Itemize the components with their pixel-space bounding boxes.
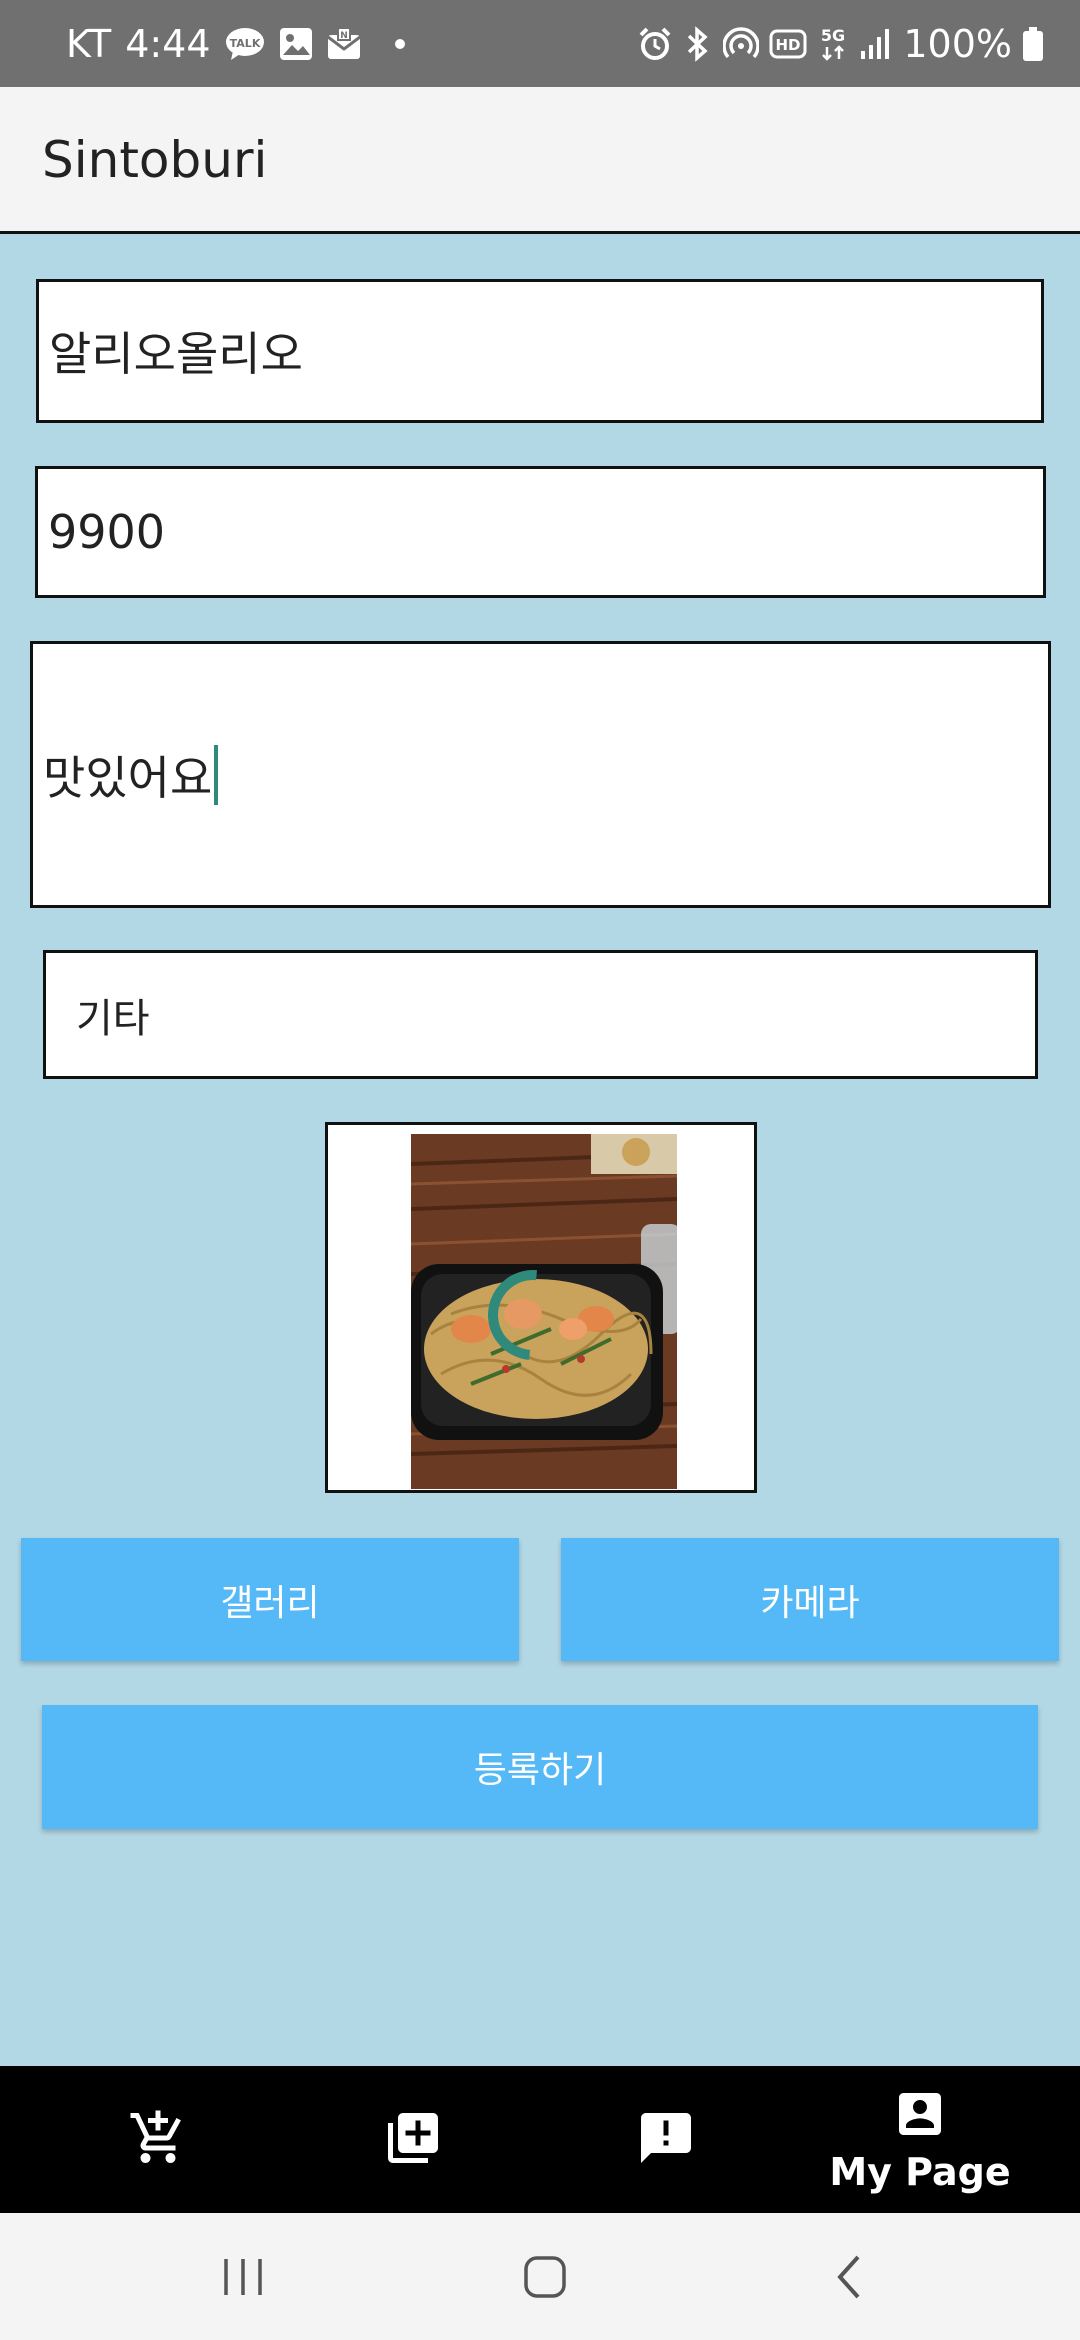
nav-label-mypage: My Page — [829, 2149, 1011, 2194]
system-nav — [0, 2213, 1080, 2340]
camera-button[interactable]: 카메라 — [561, 1538, 1059, 1661]
text-cursor — [214, 744, 219, 805]
description-value: 맛있어요 — [43, 750, 213, 805]
alarm-icon — [637, 26, 673, 62]
price-value: 9900 — [48, 505, 166, 559]
bluetooth-icon — [683, 25, 713, 62]
nav-item-mypage[interactable]: My Page — [785, 2066, 1055, 2213]
signal-icon — [859, 27, 893, 61]
svg-text:N: N — [340, 31, 348, 41]
menu-name-input[interactable]: 알리오올리오 — [36, 279, 1044, 423]
time-label: 4:44 — [125, 21, 211, 66]
camera-button-label: 카메라 — [760, 1582, 860, 1624]
account-box-icon — [892, 2086, 948, 2146]
register-button[interactable]: 등록하기 — [42, 1705, 1038, 1829]
report-icon — [636, 2108, 696, 2172]
carrier-label: KT — [66, 21, 112, 66]
status-bar: KT 4:44 TALK N HD 5G 100% — [0, 0, 1080, 87]
mail-icon: N — [326, 26, 361, 61]
nav-item-report[interactable] — [531, 2066, 801, 2213]
home-button[interactable] — [485, 2213, 605, 2340]
app-bar: Sintoburi — [0, 87, 1080, 234]
svg-text:5G: 5G — [821, 26, 845, 45]
battery-icon — [1022, 26, 1044, 62]
talk-icon: TALK — [225, 27, 265, 61]
description-input[interactable]: 맛있어요 — [30, 641, 1051, 908]
back-button[interactable] — [790, 2213, 910, 2340]
app-title: Sintoburi — [42, 131, 268, 189]
category-select[interactable]: 기타 — [43, 950, 1038, 1079]
battery-percent: 100% — [903, 21, 1012, 66]
svg-text:TALK: TALK — [229, 37, 260, 50]
screen: KT 4:44 TALK N HD 5G 100% Sintoburi 알리오올… — [0, 0, 1080, 2340]
hotspot-icon — [723, 26, 760, 62]
svg-text:HD: HD — [776, 36, 801, 54]
gallery-button[interactable]: 갤러리 — [21, 1538, 519, 1661]
register-button-label: 등록하기 — [473, 1750, 607, 1791]
hd-icon: HD — [769, 28, 807, 60]
status-left: KT 4:44 TALK N — [66, 0, 405, 87]
category-value: 기타 — [76, 995, 150, 1042]
menu-name-value: 알리오올리오 — [49, 327, 303, 381]
status-right: HD 5G 100% — [637, 0, 1044, 87]
price-input[interactable]: 9900 — [35, 466, 1046, 598]
nav-item-add[interactable] — [278, 2066, 548, 2213]
add-cart-icon — [128, 2108, 188, 2172]
gallery-button-label: 갤러리 — [220, 1582, 320, 1624]
recent-apps-button[interactable] — [183, 2213, 303, 2340]
add-box-icon — [383, 2108, 443, 2172]
5g-icon: 5G — [817, 25, 849, 63]
bottom-nav: My Page — [0, 2066, 1080, 2213]
gallery-icon — [279, 27, 313, 61]
image-preview — [325, 1122, 757, 1493]
nav-item-cart[interactable] — [23, 2066, 293, 2213]
notification-dot — [394, 38, 405, 49]
